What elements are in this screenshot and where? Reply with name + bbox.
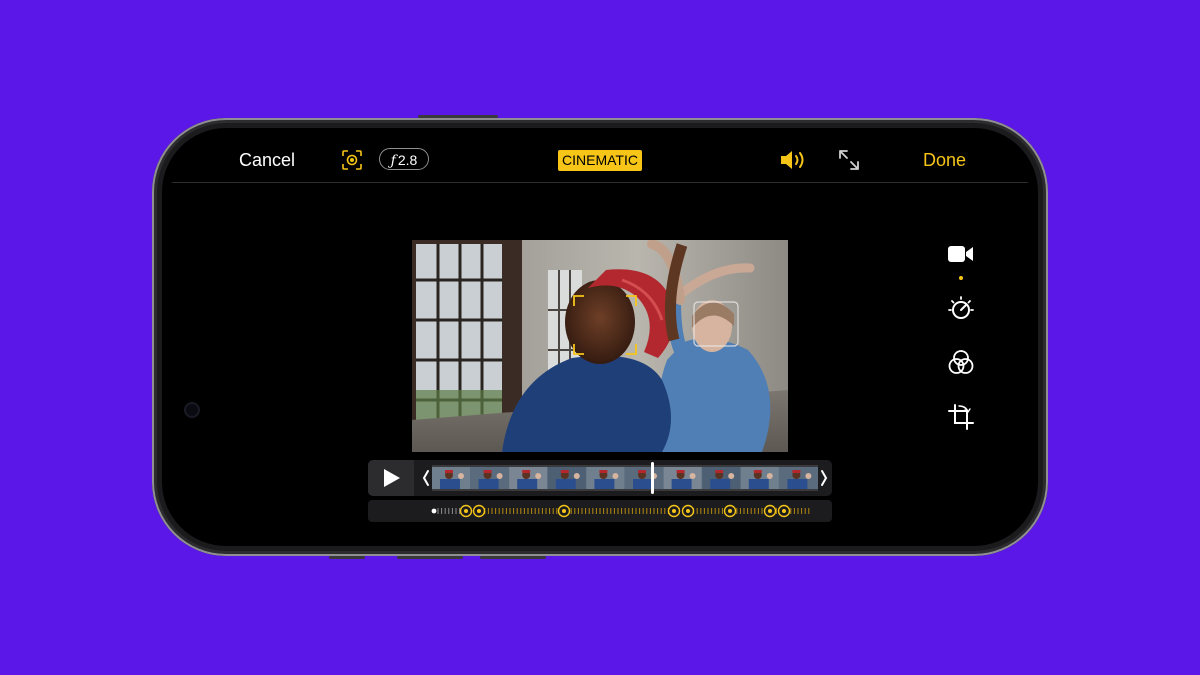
focus-keyframe [763,504,777,518]
thumbnail-frame [586,467,625,489]
focus-keyframe [723,504,737,518]
top-toolbar: Cancel ƒ 2.8 CINEMATIC Done [162,128,1038,190]
focus-points-svg [431,504,810,518]
crop-rotate-icon[interactable] [946,402,976,432]
volume-up-button [397,556,463,559]
play-icon [384,469,400,487]
front-camera [184,402,200,418]
volume-button [418,115,498,118]
selected-tool-indicator [959,276,963,280]
thumbnail-frame [432,467,470,489]
focus-keyframe [557,504,571,518]
thumbnail-frame [663,467,702,489]
playhead[interactable] [651,462,655,494]
trim-handle-left[interactable] [420,465,432,491]
phone-frame: Cancel ƒ 2.8 CINEMATIC Done [152,115,1048,559]
thumbnail-frame [625,467,663,489]
trim-handle-right[interactable] [818,465,830,491]
focus-track-ticks [437,508,810,514]
action-button [329,556,365,559]
focus-keyframe [777,504,791,518]
expand-icon[interactable] [838,149,860,171]
play-button[interactable] [368,460,414,496]
aperture-button[interactable]: ƒ 2.8 [379,148,429,170]
filters-icon[interactable] [946,348,976,378]
video-preview[interactable] [412,240,788,452]
thumbnail-frame [779,467,818,489]
frame-thumbnails[interactable] [432,465,818,491]
toolbar-divider [172,182,1028,183]
aperture-value: 2.8 [397,152,418,168]
focus-points-track[interactable] [368,500,832,522]
frame-thumbnail-strip [432,467,818,489]
video-frame-image [412,240,788,452]
thumbnail-frame [547,467,586,489]
cinematic-badge[interactable]: CINEMATIC [558,150,642,171]
focus-keyframe [472,504,486,518]
video-camera-icon[interactable] [946,240,976,270]
done-button[interactable]: Done [923,150,966,171]
cancel-button[interactable]: Cancel [239,150,295,171]
thumbnail-frame [740,467,779,489]
thumbnail-frame [509,467,548,489]
phone-screen: Cancel ƒ 2.8 CINEMATIC Done [162,128,1038,546]
focus-lock-icon[interactable] [342,150,362,170]
thumbnail-frame [470,467,509,489]
speaker-icon[interactable] [779,148,807,172]
focus-keyframe [667,504,681,518]
volume-down-button [480,556,546,559]
aperture-symbol: ƒ [390,153,396,169]
focus-keyframe [681,504,695,518]
thumbnail-frame [702,467,741,489]
adjust-dial-icon[interactable] [946,294,976,324]
timeline-scrubber[interactable] [368,460,832,496]
focus-keyframe [459,504,473,518]
track-start-dot [431,508,437,514]
